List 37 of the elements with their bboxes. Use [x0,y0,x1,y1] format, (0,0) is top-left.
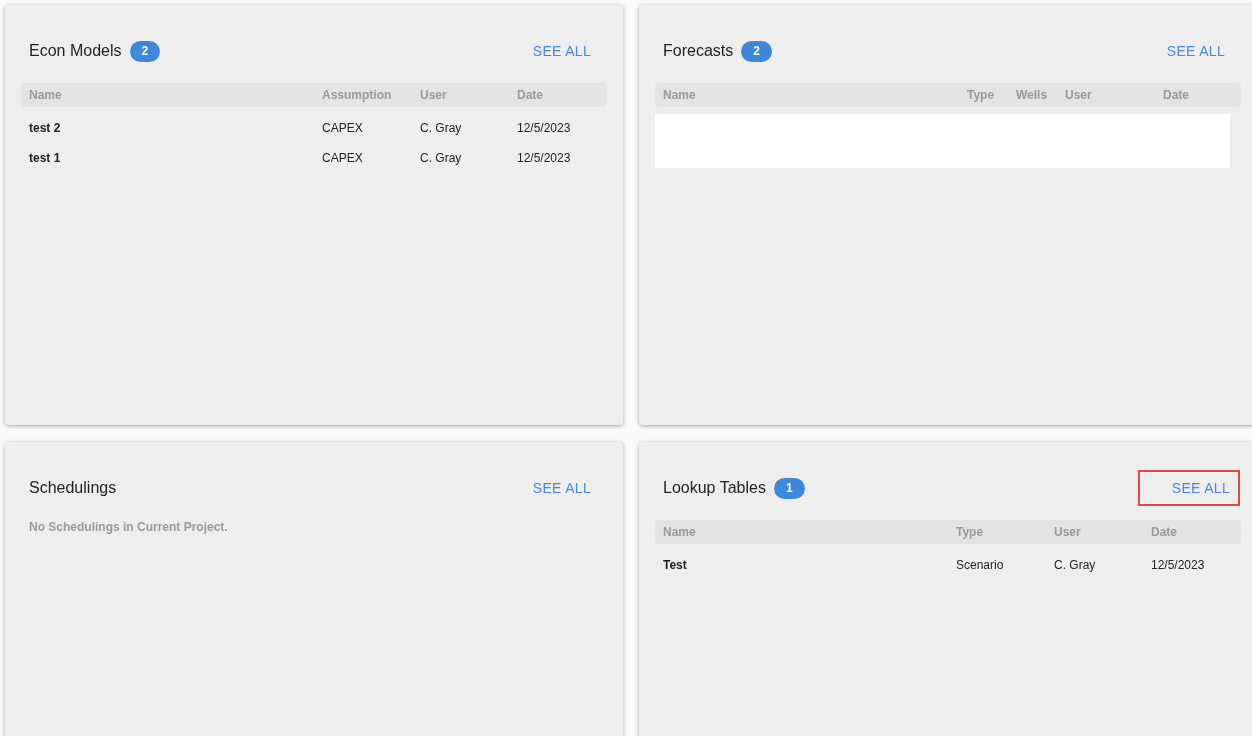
column-header[interactable]: Type [967,88,1016,102]
column-header[interactable]: User [1054,525,1151,539]
see-all-link[interactable]: SEE ALL [1139,472,1238,504]
column-header[interactable]: Name [663,88,967,102]
see-all-link[interactable]: SEE ALL [524,472,599,504]
column-header[interactable]: Type [956,525,1054,539]
table-cell-text: 12/5/2023 [517,121,572,135]
card-title: Forecasts [663,42,734,60]
column-header[interactable]: Wells [1016,88,1065,102]
column-header[interactable]: Name [29,88,322,102]
count-badge: 1 [773,477,805,499]
table-cell-text: CAPEX [322,151,364,165]
column-header[interactable]: Date [1151,525,1241,539]
table-cell-text: 12/5/2023 [517,151,572,165]
table-cell-text: C. Gray [1054,558,1097,572]
count-badge: 2 [741,40,772,62]
empty-message: No Schedulings in Current Project. [28,520,229,534]
table-cell-text: C. Gray [420,121,463,135]
column-header[interactable]: Date [517,88,607,102]
card-title: Lookup Tables [663,479,766,497]
column-header[interactable]: Date [1163,88,1241,102]
table-cell-text: test 2 [29,121,62,135]
column-header[interactable]: Name [663,525,956,539]
table-cell-text: test 1 [29,151,62,165]
count-badge: 2 [129,40,161,62]
table-cell-text: Test [663,558,688,572]
column-header[interactable]: Assumption [322,88,420,102]
table-cell-text: CAPEX [322,121,364,135]
column-header[interactable]: User [420,88,517,102]
table-cell-text: C. Gray [420,151,463,165]
column-header[interactable]: User [1065,88,1163,102]
see-all-link[interactable]: SEE ALL [524,35,599,67]
table-cell-text: 12/5/2023 [1151,558,1206,572]
card-title: Econ Models [29,42,122,60]
table-cell-text: Scenario [956,558,1005,572]
see-all-link[interactable]: SEE ALL [1158,35,1233,67]
card-title: Schedulings [29,479,117,497]
